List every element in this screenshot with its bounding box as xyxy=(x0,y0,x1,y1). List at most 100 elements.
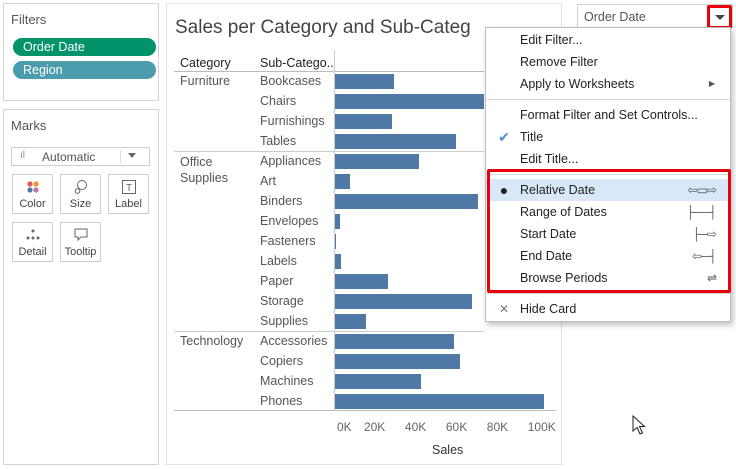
menu-item-edit-title[interactable]: Edit Title... xyxy=(486,148,730,170)
marks-panel: Marks ıl Automatic Color Size T Label De… xyxy=(3,109,159,465)
subcategory-label: Machines xyxy=(260,374,314,388)
sales-bar[interactable] xyxy=(335,254,341,269)
subcategory-label: Copiers xyxy=(260,354,304,368)
tooltip-button[interactable]: Tooltip xyxy=(60,222,101,262)
menu-item-hide-card[interactable]: ✕ Hide Card xyxy=(486,298,730,320)
menu-item-title[interactable]: ✔ Title xyxy=(486,126,730,148)
close-icon: ✕ xyxy=(498,302,510,316)
subcategory-label: Art xyxy=(260,174,276,188)
sales-bar[interactable] xyxy=(335,174,350,189)
subcategory-label: Paper xyxy=(260,274,294,288)
subcategory-header: Sub-Catego.. xyxy=(260,56,334,70)
x-tick-label: 40K xyxy=(404,420,427,434)
sales-bar[interactable] xyxy=(335,394,544,409)
label-label: Label xyxy=(115,198,142,210)
menu-item-apply-to-worksheets[interactable]: Apply to Worksheets ▶ xyxy=(486,73,730,95)
filters-title: Filters xyxy=(11,12,47,27)
menu-item-remove-filter[interactable]: Remove Filter xyxy=(486,51,730,73)
sales-bar[interactable] xyxy=(335,214,340,229)
sales-bar[interactable] xyxy=(335,234,336,249)
label-button[interactable]: T Label xyxy=(108,174,149,214)
subcategory-label: Labels xyxy=(260,254,297,268)
sales-bar[interactable] xyxy=(335,134,456,149)
svg-text:T: T xyxy=(125,183,131,194)
subcategory-label: Tables xyxy=(260,134,297,148)
menu-item-edit-filter[interactable]: Edit Filter... xyxy=(486,29,730,51)
subcategory-label: Bookcases xyxy=(260,74,322,88)
subcategory-label: Binders xyxy=(260,194,303,208)
menu-item-label: Hide Card xyxy=(520,302,577,316)
menu-separator xyxy=(486,293,730,294)
subcategory-label: Fasteners xyxy=(260,234,316,248)
sales-bar[interactable] xyxy=(335,334,454,349)
menu-item-label: Title xyxy=(520,130,544,144)
menu-item-label: Edit Title... xyxy=(520,152,579,166)
subcategory-label: Supplies xyxy=(260,314,308,328)
sheet-title: Sales per Category and Sub-Categ xyxy=(175,17,471,38)
filters-panel: Filters Order Date Region xyxy=(3,3,159,101)
sales-bar[interactable] xyxy=(335,94,484,109)
filter-pill-region[interactable]: Region xyxy=(13,61,156,79)
highlight-menu-button xyxy=(707,5,732,29)
sales-bar[interactable] xyxy=(335,314,366,329)
x-tick-label: 100K xyxy=(527,420,556,434)
submenu-arrow-icon: ▶ xyxy=(708,79,715,88)
category-header: Category xyxy=(180,56,231,70)
mouse-cursor-icon xyxy=(632,414,646,438)
x-tick-label: 80K xyxy=(486,420,509,434)
sales-bar[interactable] xyxy=(335,114,392,129)
highlight-date-options xyxy=(487,169,731,293)
category-furniture: Furniture xyxy=(180,74,231,88)
detail-button[interactable]: Detail xyxy=(12,222,53,262)
x-axis-label: Sales xyxy=(432,443,464,457)
marks-title: Marks xyxy=(11,118,47,133)
menu-item-label: Edit Filter... xyxy=(520,33,583,47)
bar-chart-icon: ıl xyxy=(20,150,25,161)
category-technology: Technology xyxy=(180,334,244,348)
menu-item-format-filter[interactable]: Format Filter and Set Controls... xyxy=(486,104,730,126)
menu-item-label: Apply to Worksheets xyxy=(520,77,635,91)
size-button[interactable]: Size xyxy=(60,174,101,214)
sales-bar[interactable] xyxy=(335,354,460,369)
x-tick-label: 60K xyxy=(445,420,468,434)
subcategory-label: Appliances xyxy=(260,154,322,168)
filter-pill-order-date[interactable]: Order Date xyxy=(13,38,156,56)
category-office-supplies: Office Supplies xyxy=(180,155,228,185)
subcategory-label: Storage xyxy=(260,294,304,308)
chevron-down-icon xyxy=(128,153,136,158)
tooltip-label: Tooltip xyxy=(64,246,97,258)
filter-card-title: Order Date xyxy=(584,10,646,24)
tooltip-icon xyxy=(61,227,100,243)
text-icon: T xyxy=(109,179,148,195)
sales-bar[interactable] xyxy=(335,274,388,289)
sales-bar[interactable] xyxy=(335,374,421,389)
checkmark-icon: ✔ xyxy=(498,129,510,145)
sales-bar[interactable] xyxy=(335,74,394,89)
x-tick-label: 20K xyxy=(363,420,386,434)
sales-bar[interactable] xyxy=(335,194,478,209)
x-tick-label: 0K xyxy=(337,420,352,434)
color-icon xyxy=(13,179,52,195)
dropdown-divider xyxy=(120,150,121,163)
detail-icon xyxy=(13,227,52,243)
size-label: Size xyxy=(69,198,92,210)
axis-rule xyxy=(174,410,556,411)
mark-type-dropdown[interactable]: ıl Automatic xyxy=(11,147,150,166)
color-button[interactable]: Color xyxy=(12,174,53,214)
size-icon xyxy=(61,179,100,195)
subcategory-label: Phones xyxy=(260,394,303,408)
sales-bar[interactable] xyxy=(335,294,472,309)
subcategory-label: Accessories xyxy=(260,334,328,348)
subcategory-label: Furnishings xyxy=(260,114,325,128)
mark-type-label: Automatic xyxy=(42,150,96,164)
subcategory-label: Chairs xyxy=(260,94,297,108)
group-divider-2 xyxy=(174,331,484,332)
group-divider-1 xyxy=(174,151,484,152)
menu-separator xyxy=(486,99,730,100)
color-label: Color xyxy=(19,198,46,210)
subcategory-label: Envelopes xyxy=(260,214,319,228)
menu-item-label: Format Filter and Set Controls... xyxy=(520,108,698,122)
header-rule xyxy=(174,71,484,72)
menu-item-label: Remove Filter xyxy=(520,55,598,69)
sales-bar[interactable] xyxy=(335,154,419,169)
